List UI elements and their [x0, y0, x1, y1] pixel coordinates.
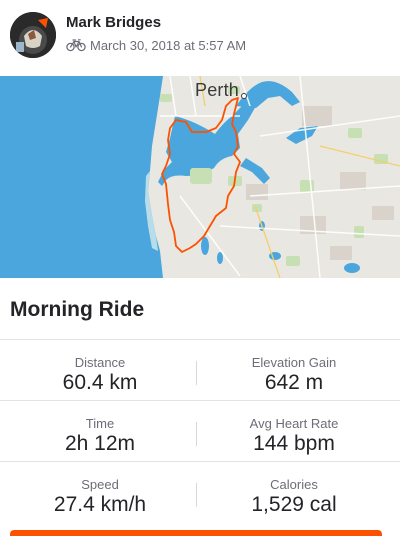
avatar-image — [10, 12, 56, 58]
stat-calories: Calories 1,529 cal — [194, 462, 394, 523]
stat-value: 144 bpm — [253, 432, 335, 455]
stats-row: Distance 60.4 km Elevation Gain 642 m — [0, 339, 400, 400]
stat-label: Elevation Gain — [251, 355, 337, 370]
stat-label: Time — [85, 416, 115, 431]
stat-value: 27.4 km/h — [53, 493, 147, 516]
activity-header: Mark Bridges March 30, 2018 at 5:57 AM — [0, 0, 400, 76]
stats-row: Speed 27.4 km/h Calories 1,529 cal — [0, 461, 400, 522]
stat-value: 2h 12m — [64, 432, 136, 455]
avatar[interactable] — [10, 12, 56, 58]
stats-row: Time 2h 12m Avg Heart Rate 144 bpm — [0, 400, 400, 461]
activity-title: Morning Ride — [10, 298, 145, 321]
route-map[interactable]: Perth — [0, 76, 400, 278]
activity-detail-screen: Mark Bridges March 30, 2018 at 5:57 AM P… — [0, 0, 400, 536]
athlete-name[interactable]: Mark Bridges — [66, 14, 161, 31]
stat-distance: Distance 60.4 km — [0, 340, 200, 401]
stat-value: 60.4 km — [62, 371, 138, 394]
stat-label: Speed — [81, 477, 119, 492]
stats-grid: Distance 60.4 km Elevation Gain 642 m Ti… — [0, 339, 400, 522]
stat-elevation-gain: Elevation Gain 642 m — [194, 340, 394, 401]
stat-value: 1,529 cal — [251, 493, 337, 516]
map-city-label: Perth — [195, 80, 240, 100]
stat-avg-heart-rate: Avg Heart Rate 144 bpm — [194, 401, 394, 462]
stat-speed: Speed 27.4 km/h — [0, 462, 200, 523]
stat-label: Calories — [270, 477, 318, 492]
bicycle-icon — [66, 39, 86, 52]
activity-date: March 30, 2018 at 5:57 AM — [90, 37, 247, 53]
action-button[interactable] — [10, 530, 382, 536]
stat-label: Distance — [74, 355, 126, 370]
map-canvas — [0, 76, 400, 278]
stat-label: Avg Heart Rate — [249, 416, 339, 431]
stat-time: Time 2h 12m — [0, 401, 200, 462]
stat-value: 642 m — [264, 371, 324, 394]
activity-meta: March 30, 2018 at 5:57 AM — [66, 37, 246, 53]
